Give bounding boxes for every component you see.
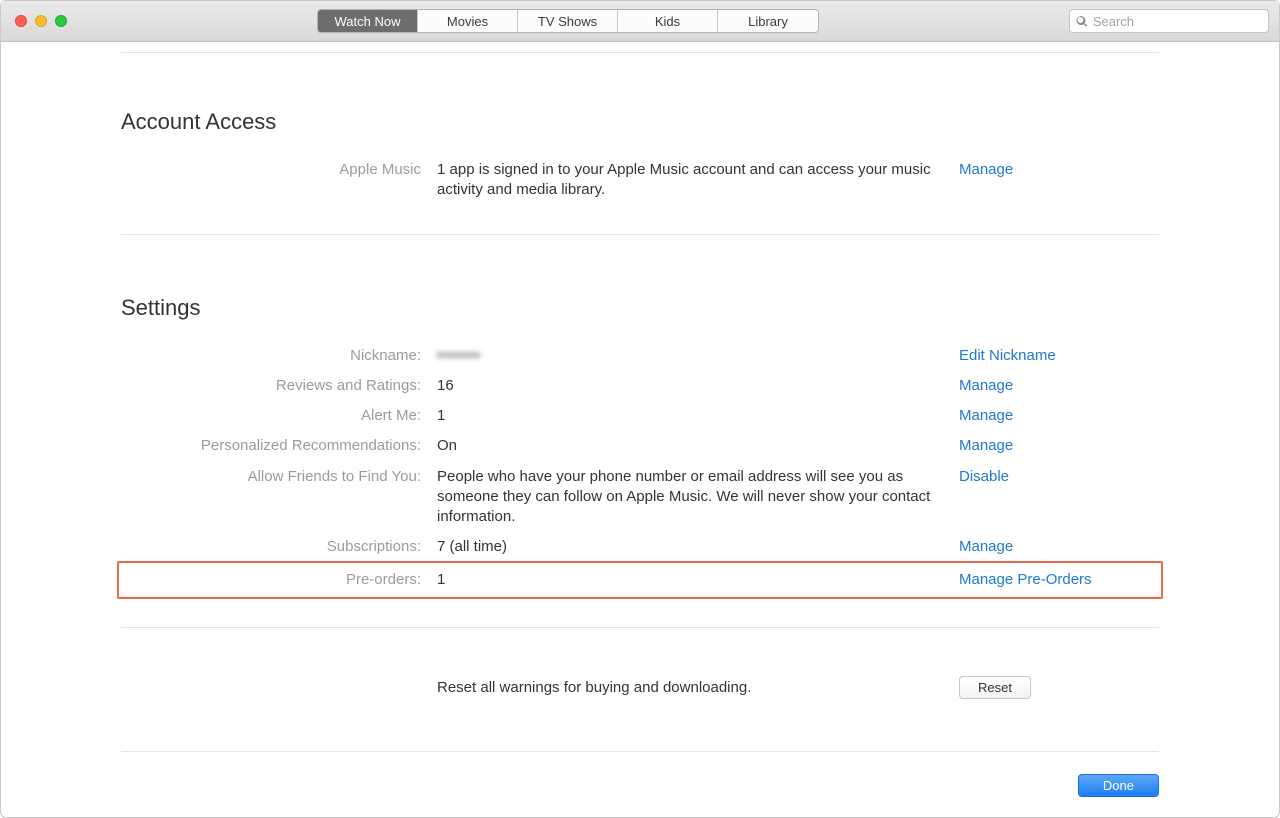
close-window-button[interactable] (15, 15, 27, 27)
value-recommendations: On (437, 436, 943, 456)
tab-kids[interactable]: Kids (618, 10, 718, 32)
value-preorders: 1 (437, 570, 943, 590)
manage-alert-me-link[interactable]: Manage (959, 406, 1159, 426)
row-preorders: Pre-orders: 1 Manage Pre-Orders (121, 565, 1159, 595)
divider (121, 234, 1159, 235)
value-apple-music: 1 app is signed in to your Apple Music a… (437, 160, 943, 201)
toolbar: Watch Now Movies TV Shows Kids Library (1, 1, 1279, 42)
row-reviews: Reviews and Ratings: 16 Manage (121, 371, 1159, 401)
manage-recommendations-link[interactable]: Manage (959, 436, 1159, 456)
manage-reviews-link[interactable]: Manage (959, 376, 1159, 396)
value-alert-me: 1 (437, 406, 943, 426)
row-nickname: Nickname: ••••••• Edit Nickname (121, 341, 1159, 371)
section-title-account-access: Account Access (121, 109, 1159, 135)
label-alert-me: Alert Me: (121, 406, 421, 426)
tab-movies[interactable]: Movies (418, 10, 518, 32)
window-controls (11, 15, 67, 27)
reset-button[interactable]: Reset (959, 676, 1031, 699)
app-window: Watch Now Movies TV Shows Kids Library A… (0, 0, 1280, 818)
tab-library[interactable]: Library (718, 10, 818, 32)
row-reset-warnings: Reset all warnings for buying and downlo… (121, 628, 1159, 751)
label-recommendations: Personalized Recommendations: (121, 436, 421, 456)
minimize-window-button[interactable] (35, 15, 47, 27)
tab-watch-now[interactable]: Watch Now (318, 10, 418, 32)
label-apple-music: Apple Music (121, 160, 421, 180)
zoom-window-button[interactable] (55, 15, 67, 27)
row-subscriptions: Subscriptions: 7 (all time) Manage (121, 532, 1159, 562)
value-friends-find-you: People who have your phone number or ema… (437, 467, 943, 528)
label-subscriptions: Subscriptions: (121, 537, 421, 557)
search-field[interactable] (1069, 9, 1269, 33)
divider (121, 52, 1159, 53)
preorders-highlight: Pre-orders: 1 Manage Pre-Orders (117, 561, 1163, 599)
done-button[interactable]: Done (1078, 774, 1159, 797)
manage-preorders-link[interactable]: Manage Pre-Orders (959, 570, 1159, 590)
row-recommendations: Personalized Recommendations: On Manage (121, 431, 1159, 461)
label-friends-find-you: Allow Friends to Find You: (121, 467, 421, 487)
label-preorders: Pre-orders: (121, 570, 421, 590)
search-icon (1076, 15, 1088, 28)
section-title-settings: Settings (121, 295, 1159, 321)
edit-nickname-link[interactable]: Edit Nickname (959, 346, 1159, 366)
label-reviews: Reviews and Ratings: (121, 376, 421, 396)
label-nickname: Nickname: (121, 346, 421, 366)
tab-tv-shows[interactable]: TV Shows (518, 10, 618, 32)
disable-friends-link[interactable]: Disable (959, 467, 1159, 487)
value-subscriptions: 7 (all time) (437, 537, 943, 557)
search-input[interactable] (1093, 14, 1262, 29)
row-friends-find-you: Allow Friends to Find You: People who ha… (121, 462, 1159, 533)
row-apple-music: Apple Music 1 app is signed in to your A… (121, 155, 1159, 206)
value-nickname: ••••••• (437, 346, 943, 366)
content-area: Account Access Apple Music 1 app is sign… (1, 42, 1279, 818)
row-alert-me: Alert Me: 1 Manage (121, 401, 1159, 431)
value-reviews: 16 (437, 376, 943, 396)
nav-tabs: Watch Now Movies TV Shows Kids Library (317, 9, 819, 33)
manage-apple-music-link[interactable]: Manage (959, 160, 1159, 180)
manage-subscriptions-link[interactable]: Manage (959, 537, 1159, 557)
done-row: Done (121, 752, 1159, 818)
reset-warnings-text: Reset all warnings for buying and downlo… (437, 679, 943, 696)
